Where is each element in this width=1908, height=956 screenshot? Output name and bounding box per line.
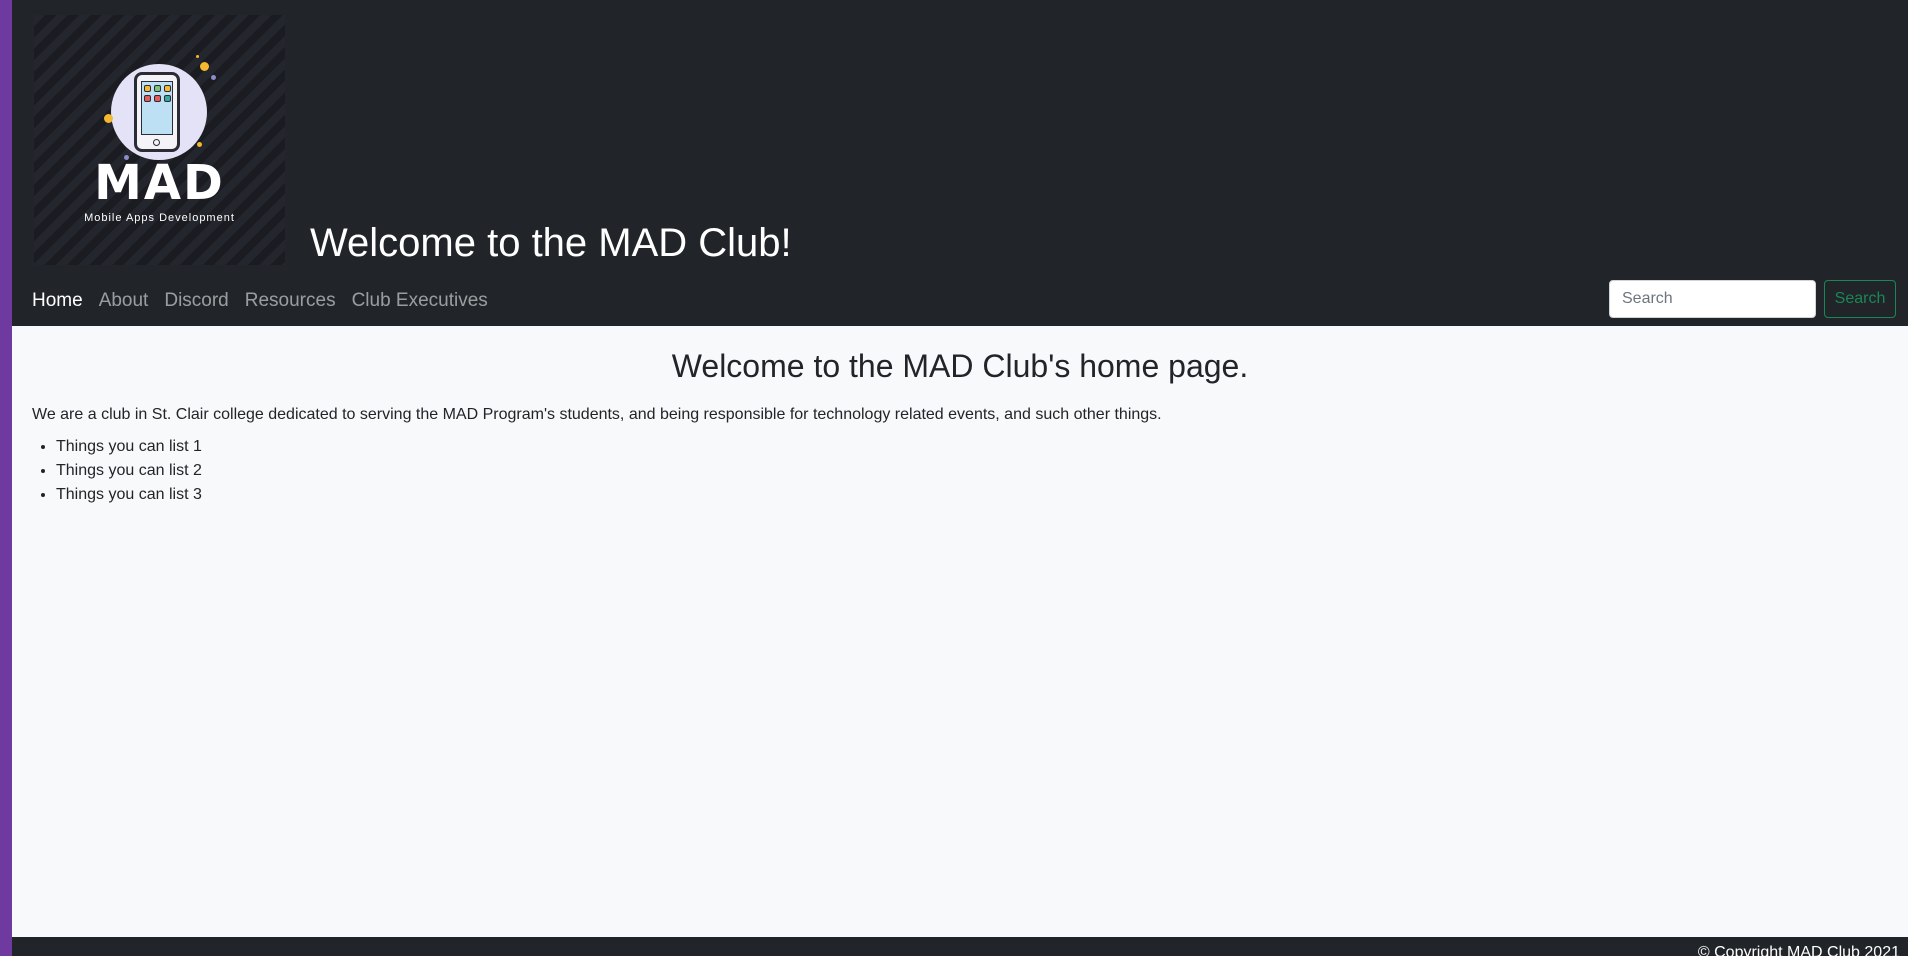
left-accent-bar	[0, 0, 12, 956]
list-item: Things you can list 1	[56, 435, 1888, 459]
site-title: Welcome to the MAD Club!	[310, 221, 792, 265]
logo-subtitle: Mobile Apps Development	[84, 212, 235, 224]
main-content: Welcome to the MAD Club's home page. We …	[12, 326, 1908, 507]
nav-item-discord[interactable]: Discord	[164, 283, 236, 319]
club-logo[interactable]: MAD Mobile Apps Development	[34, 15, 285, 265]
nav-item-resources[interactable]: Resources	[245, 283, 344, 319]
nav-item-about[interactable]: About	[99, 283, 157, 319]
phone-icon	[134, 72, 180, 152]
logo-dot	[196, 55, 199, 58]
copyright-text: © Copyright MAD Club 2021	[1697, 944, 1900, 956]
logo-dot	[200, 62, 209, 71]
search-form: Search	[1609, 280, 1896, 318]
nav-item-home[interactable]: Home	[32, 283, 91, 319]
list-item: Things you can list 2	[56, 459, 1888, 483]
main-nav: Home About Discord Resources Club Execut…	[32, 283, 504, 319]
logo-wordmark: MAD	[94, 155, 225, 211]
search-button[interactable]: Search	[1824, 280, 1896, 318]
page-heading: Welcome to the MAD Club's home page.	[671, 348, 1249, 384]
search-input[interactable]	[1609, 280, 1816, 318]
list-item: Things you can list 3	[56, 483, 1888, 507]
logo-dot	[211, 75, 216, 80]
logo-dot	[197, 142, 202, 147]
things-list: Things you can list 1 Things you can lis…	[32, 435, 1888, 507]
page: MAD Mobile Apps Development Welcome to t…	[12, 0, 1908, 956]
intro-paragraph: We are a club in St. Clair college dedic…	[32, 406, 1162, 423]
logo-dot	[104, 114, 113, 123]
site-footer: © Copyright MAD Club 2021	[12, 937, 1908, 956]
nav-item-club-executives[interactable]: Club Executives	[352, 283, 496, 319]
site-header: MAD Mobile Apps Development Welcome to t…	[12, 0, 1908, 326]
